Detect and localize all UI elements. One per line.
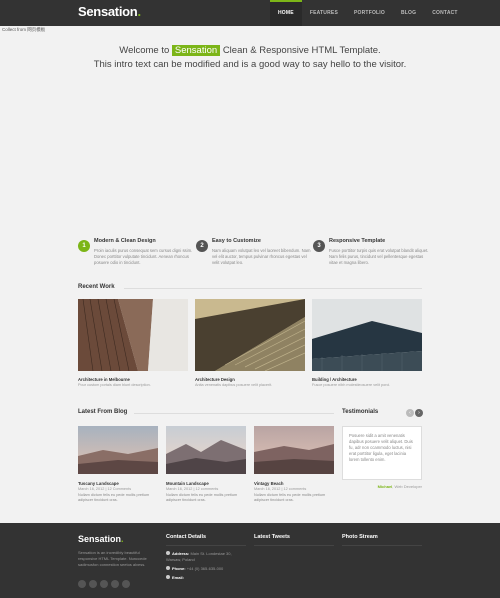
blog-image-2[interactable] xyxy=(166,426,246,474)
logo-dot: . xyxy=(137,4,141,19)
phone-icon xyxy=(166,566,170,570)
blog-meta-2: March 16, 2012 | 12 comments xyxy=(166,487,219,491)
testimonial-box: Posuere sidit a amit venenatis dapibus p… xyxy=(342,426,422,480)
blog-text-3: Nullam dictum felis eu pede mollis preti… xyxy=(254,493,326,502)
footer-divider xyxy=(166,545,246,546)
work-caption-2: Architecture Design xyxy=(195,377,235,382)
blog-title: Latest From Blog xyxy=(78,409,128,415)
email-icon xyxy=(166,575,170,579)
intro-suffix: Clean & Responsive HTML Template. xyxy=(222,45,381,56)
rss-icon[interactable] xyxy=(122,580,130,588)
testimonials-title: Testimonials xyxy=(342,409,379,415)
work-desc-2: Anita venenatis dapibus posuere velit pl… xyxy=(195,383,273,387)
blog-title-1[interactable]: Tuscany Landscape xyxy=(78,481,158,486)
testimonial-next-button[interactable]: › xyxy=(415,409,423,417)
feature-title-2: Easy to Customize xyxy=(212,238,261,244)
footer-logo-text: Sensation xyxy=(78,534,122,544)
footer-logo[interactable]: Sensation. xyxy=(78,534,124,544)
feature-title-1: Modern & Clean Design xyxy=(94,238,156,244)
nav-contact[interactable]: CONTACT xyxy=(424,0,465,26)
phone-value: +44 (0) 365-635-000 xyxy=(186,566,224,571)
contact-phone: Phone: +44 (0) 365-635-000 xyxy=(166,566,246,572)
testimonial-quote: Posuere sidit a amit venenatis dapibus p… xyxy=(349,433,413,462)
testimonial-prev-button[interactable]: ‹ xyxy=(406,409,414,417)
footer-divider xyxy=(254,545,334,546)
recent-work-title: Recent Work xyxy=(78,284,115,290)
map-pin-icon xyxy=(166,551,170,555)
feature-number-2: 2 xyxy=(196,240,208,252)
blog-item-3[interactable]: Vintagy Beach March 16, 2012 | 12 commen… xyxy=(254,426,334,503)
footer-about: Sensation is an incredibly beautiful res… xyxy=(78,550,147,567)
site-header: Sensation. HOME FEATURES PORTFOLIO BLOG … xyxy=(0,0,500,26)
work-image-1[interactable] xyxy=(78,299,188,371)
contact-details-title: Contact Details xyxy=(166,534,207,540)
testimonial-author: Michael, Web Developer xyxy=(342,484,422,489)
facebook-icon[interactable] xyxy=(78,580,86,588)
blog-text-1: Nullam dictum felis eu pede mollis preti… xyxy=(78,493,150,502)
blog-meta-3: March 16, 2012 | 12 comments xyxy=(254,487,307,491)
social-icons xyxy=(78,580,130,588)
latest-tweets-title: Latest Tweets xyxy=(254,534,290,540)
contact-address: Address: Main St. Londestae 30, Warsaw, … xyxy=(166,551,246,563)
pinterest-icon[interactable] xyxy=(100,580,108,588)
work-item-3[interactable]: Building / Architecture Fusce posuere ni… xyxy=(312,299,422,387)
feature-title-3: Responsive Template xyxy=(329,238,386,244)
intro-prefix: Welcome to xyxy=(119,45,170,56)
phone-label: Phone: xyxy=(172,566,186,571)
work-desc-1: Pour custom portals diam blunt descripti… xyxy=(78,383,151,387)
footer-divider xyxy=(342,545,422,546)
contact-details: Address: Main St. Londestae 30, Warsaw, … xyxy=(166,551,246,581)
feature-text-2: Nam aliquam volutpat leo vel laoreet bib… xyxy=(212,248,311,265)
work-caption-3: Building / Architecture xyxy=(312,377,357,382)
intro-line-2: This intro text can be modified and is a… xyxy=(93,59,407,70)
feature-number-3: 3 xyxy=(313,240,325,252)
nav-portfolio[interactable]: PORTFOLIO xyxy=(346,0,393,26)
blog-title-3[interactable]: Vintagy Beach xyxy=(254,481,334,486)
work-item-2[interactable]: Architecture Design Anita venenatis dapi… xyxy=(195,299,305,387)
main-nav: HOME FEATURES PORTFOLIO BLOG CONTACT xyxy=(270,0,466,26)
site-footer: Sensation. Sensation is an incredibly be… xyxy=(0,523,500,598)
work-caption-1: Architecture in Melbourne xyxy=(78,377,130,382)
nav-features[interactable]: FEATURES xyxy=(302,0,346,26)
feature-text-1: Proin iaculis purus consequat sem cursus… xyxy=(94,248,193,265)
testimonial-author-name: Michael xyxy=(377,484,393,489)
intro-line-1: Welcome to Sensation Clean & Responsive … xyxy=(0,44,500,58)
feature-text-3: Fusce porttitor turpis quis erat volutpa… xyxy=(329,248,429,265)
intro-text: Welcome to Sensation Clean & Responsive … xyxy=(0,44,500,72)
work-desc-3: Fusce posuere nibh molestieosuere velit … xyxy=(312,383,391,387)
intro-highlight: Sensation xyxy=(171,45,221,56)
section-divider xyxy=(124,288,422,289)
blog-item-1[interactable]: Tuscany Landscape March 16, 2012 | 12 Co… xyxy=(78,426,158,503)
address-label: Address: xyxy=(172,551,190,556)
blog-image-1[interactable] xyxy=(78,426,158,474)
feature-number-1: 1 xyxy=(78,240,90,252)
photo-stream-title: Photo Stream xyxy=(342,534,378,540)
blog-title-2[interactable]: Mountain Landscape xyxy=(166,481,246,486)
logo-text: Sensation xyxy=(78,4,138,19)
work-image-2[interactable] xyxy=(195,299,305,371)
twitter-icon[interactable] xyxy=(89,580,97,588)
blog-text-2: Nullam dictum felis eu pede mollis preti… xyxy=(166,493,238,502)
nav-home[interactable]: HOME xyxy=(270,0,302,26)
section-divider xyxy=(134,413,334,414)
contact-email: Email: xyxy=(166,575,246,581)
testimonial-author-company: , Web Developer xyxy=(392,484,422,489)
footer-logo-dot: . xyxy=(121,534,124,544)
blog-meta-1: March 16, 2012 | 12 Comments xyxy=(78,487,132,491)
blog-image-3[interactable] xyxy=(254,426,334,474)
nav-blog[interactable]: BLOG xyxy=(393,0,424,26)
work-item-1[interactable]: Architecture in Melbourne Pour custom po… xyxy=(78,299,188,387)
dribbble-icon[interactable] xyxy=(111,580,119,588)
work-image-3[interactable] xyxy=(312,299,422,371)
collect-note: Collect from 网页模板 xyxy=(2,27,46,32)
logo[interactable]: Sensation. xyxy=(78,4,141,19)
blog-item-2[interactable]: Mountain Landscape March 16, 2012 | 12 c… xyxy=(166,426,246,503)
email-label: Email: xyxy=(172,575,185,580)
